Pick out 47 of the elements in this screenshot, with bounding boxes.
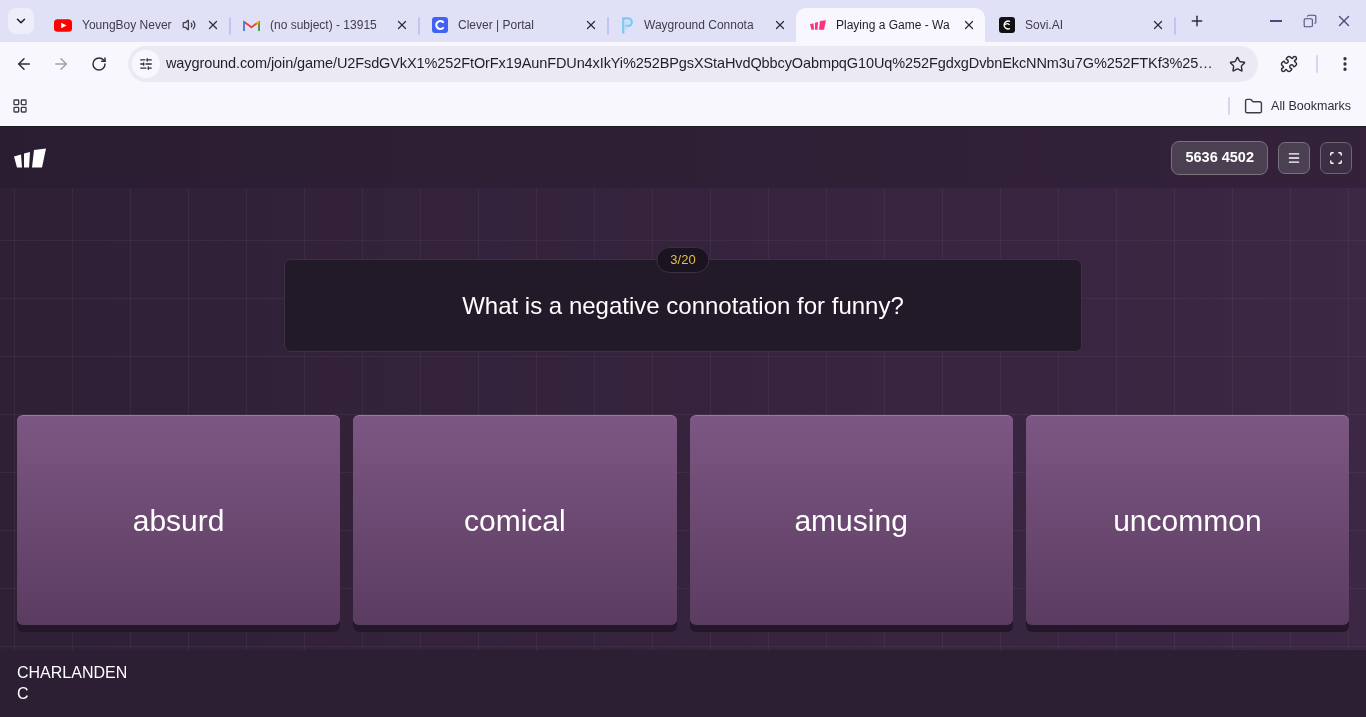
close-tab-icon[interactable] — [962, 18, 976, 32]
fullscreen-button[interactable] — [1320, 141, 1352, 174]
p-logo-icon — [621, 16, 634, 34]
bookmark-folder-button[interactable]: All Bookmarks — [1244, 96, 1351, 116]
tab-title: YoungBoy Never — [82, 17, 172, 33]
question-text: What is a negative connotation for funny? — [462, 290, 904, 321]
tab-title: Wayground Connota — [644, 17, 754, 33]
hamburger-icon — [1287, 150, 1301, 165]
extensions-icon[interactable] — [1280, 55, 1298, 73]
browser-tab[interactable]: YoungBoy Never — [40, 8, 229, 42]
bookmark-star-icon[interactable] — [1229, 55, 1246, 73]
swirl-logo-icon — [999, 17, 1015, 33]
close-tab-icon[interactable] — [773, 18, 787, 32]
reload-icon — [91, 56, 107, 72]
minimize-icon — [1270, 20, 1282, 22]
browser-tab[interactable]: Sovi.AI — [985, 8, 1174, 42]
speaker-icon[interactable] — [182, 18, 196, 32]
tab-title: Playing a Game - Wa — [836, 17, 950, 33]
apps-grid-icon[interactable] — [12, 98, 28, 114]
tab-title: Sovi.AI — [1025, 17, 1063, 33]
tab-title: (no subject) - 13915 — [270, 17, 377, 33]
close-tab-icon[interactable] — [1151, 18, 1165, 32]
room-code-button[interactable]: 5636 4502 — [1171, 140, 1268, 175]
browser-tab[interactable]: Playing a Game - Wa — [796, 8, 985, 42]
close-tab-icon[interactable] — [584, 18, 598, 32]
bars-logo-icon — [14, 146, 46, 169]
play-logo-icon — [54, 18, 72, 32]
fullscreen-icon — [1329, 150, 1343, 165]
plus-icon — [1189, 13, 1205, 29]
c-logo-icon — [432, 17, 448, 33]
site-info-icon[interactable] — [132, 50, 160, 78]
folder-icon — [1244, 96, 1264, 116]
bars-logo-icon — [810, 20, 826, 30]
browser-tab[interactable]: Clever | Portal — [418, 8, 607, 42]
m-logo-icon — [243, 18, 260, 32]
close-tab-icon[interactable] — [206, 18, 220, 32]
close-tab-icon[interactable] — [395, 18, 409, 32]
browser-tab[interactable]: (no subject) - 13915 — [229, 8, 418, 42]
tab-title: Clever | Portal — [458, 17, 534, 33]
menu-button[interactable] — [1278, 141, 1310, 174]
forward-arrow-icon — [52, 55, 70, 73]
address-bar[interactable]: wayground.com/join/game/U2FsdGVkX1%252FtOrFx19AunFDUn4xIkYi%252BPgsXStaHvdQbbcyOabmpqG10Uq%252FgdxgDvbnEkcNNm3u7G%252FTKf3%25… — [128, 46, 1258, 82]
restore-icon — [1303, 14, 1317, 28]
url-text: wayground.com/join/game/U2FsdGVkX1%252FtOrFx19AunFDUn4xIkYi%252BPgsXStaHvdQbbcyOabmpqG10Uq%252FgdxgDvbnEkcNNm3u7G%252FTKf3%25… — [166, 54, 1213, 74]
player-name: CHARLANDEN C — [17, 663, 129, 704]
question-counter: 3/20 — [656, 247, 710, 273]
tab-search-button[interactable] — [8, 8, 34, 34]
